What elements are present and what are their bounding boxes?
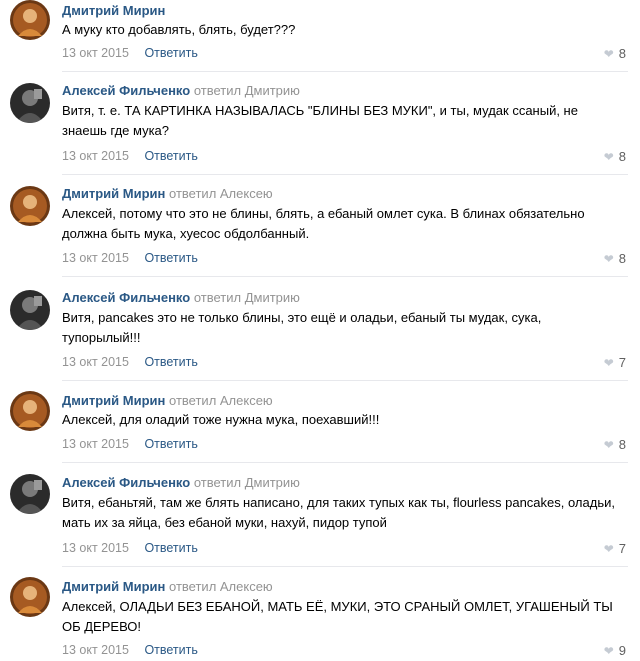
like-button[interactable]: ❤ 8 [604, 46, 626, 62]
comment-meta: 13 окт 2015 Ответить [62, 46, 198, 61]
author-name[interactable]: Дмитрий Мирин [62, 579, 165, 594]
author-line: Алексей Фильченко ответил Дмитрию [62, 290, 300, 305]
avatar-dmitry[interactable] [10, 0, 50, 40]
replied-to[interactable]: ответил Алексею [169, 579, 273, 594]
comment-meta: 13 окт 2015 Ответить [62, 541, 198, 556]
reply-button[interactable]: Ответить [144, 355, 197, 369]
comment-date[interactable]: 13 окт 2015 [62, 46, 129, 60]
comment-date[interactable]: 13 окт 2015 [62, 437, 129, 451]
comment-meta: 13 окт 2015 Ответить [62, 149, 198, 164]
like-count: 8 [618, 251, 626, 266]
like-count: 8 [618, 46, 626, 61]
like-button[interactable]: ❤ 8 [604, 251, 626, 267]
comment-text: Алексей, потому что это не блины, блять,… [62, 206, 585, 241]
avatar-dmitry[interactable] [10, 577, 50, 617]
author-name[interactable]: Алексей Фильченко [62, 83, 190, 98]
comment-text: Алексей, ОЛАДЬИ БЕЗ ЕБАНОЙ, МАТЬ ЕЁ, МУК… [62, 599, 613, 634]
author-line: Дмитрий Мирин ответил Алексею [62, 393, 273, 408]
avatar-alexey[interactable] [10, 83, 50, 123]
like-button[interactable]: ❤ 9 [604, 643, 626, 659]
author-name[interactable]: Дмитрий Мирин [62, 186, 165, 201]
author-line: Алексей Фильченко ответил Дмитрию [62, 475, 300, 490]
heart-icon: ❤ [603, 356, 614, 370]
author-name[interactable]: Алексей Фильченко [62, 290, 190, 305]
separator [62, 462, 628, 463]
comment-date[interactable]: 13 окт 2015 [62, 541, 129, 555]
avatar-alexey[interactable] [10, 474, 50, 514]
comment-meta: 13 окт 2015 Ответить [62, 437, 198, 452]
heart-icon: ❤ [603, 438, 614, 452]
like-button[interactable]: ❤ 7 [604, 541, 626, 557]
like-button[interactable]: ❤ 7 [604, 355, 626, 371]
comment-meta: 13 окт 2015 Ответить [62, 643, 198, 658]
author-name[interactable]: Дмитрий Мирин [62, 393, 165, 408]
avatar-dmitry[interactable] [10, 391, 50, 431]
replied-to[interactable]: ответил Алексею [169, 393, 273, 408]
reply-button[interactable]: Ответить [144, 643, 197, 657]
comment-text: Витя, т. е. ТА КАРТИНКА НАЗЫВАЛАСЬ "БЛИН… [62, 103, 578, 138]
author-line: Дмитрий Мирин [62, 3, 165, 18]
replied-to[interactable]: ответил Дмитрию [194, 290, 300, 305]
comment-text: А муку кто добавлять, блять, будет??? [62, 22, 296, 37]
separator [62, 276, 628, 277]
author-line: Алексей Фильченко ответил Дмитрию [62, 83, 300, 98]
replied-to[interactable]: ответил Алексею [169, 186, 273, 201]
heart-icon: ❤ [603, 542, 614, 556]
author-line: Дмитрий Мирин ответил Алексею [62, 186, 273, 201]
comment-text: Витя, pancakes это не только блины, это … [62, 310, 542, 345]
reply-button[interactable]: Ответить [144, 541, 197, 555]
comment-date[interactable]: 13 окт 2015 [62, 251, 129, 265]
like-count: 7 [618, 355, 626, 370]
reply-button[interactable]: Ответить [144, 437, 197, 451]
heart-icon: ❤ [603, 150, 614, 164]
comment-meta: 13 окт 2015 Ответить [62, 355, 198, 370]
replied-to[interactable]: ответил Дмитрию [194, 475, 300, 490]
author-name[interactable]: Дмитрий Мирин [62, 3, 165, 18]
comment-date[interactable]: 13 окт 2015 [62, 643, 129, 657]
reply-button[interactable]: Ответить [144, 251, 197, 265]
like-count: 7 [618, 541, 626, 556]
heart-icon: ❤ [603, 252, 614, 266]
author-line: Дмитрий Мирин ответил Алексею [62, 579, 273, 594]
like-button[interactable]: ❤ 8 [604, 437, 626, 453]
heart-icon: ❤ [603, 47, 614, 61]
like-count: 8 [618, 149, 626, 164]
comment-text: Алексей, для оладий тоже нужна мука, пое… [62, 412, 380, 427]
separator [62, 566, 628, 567]
comments-list: Дмитрий Мирин А муку кто добавлять, блят… [0, 0, 640, 661]
avatar-dmitry[interactable] [10, 186, 50, 226]
avatar-alexey[interactable] [10, 290, 50, 330]
reply-button[interactable]: Ответить [144, 46, 197, 60]
comment-meta: 13 окт 2015 Ответить [62, 251, 198, 266]
like-count: 8 [618, 437, 626, 452]
separator [62, 174, 628, 175]
comment-text: Витя, ебаньтяй, там же блять написано, д… [62, 495, 615, 530]
reply-button[interactable]: Ответить [144, 149, 197, 163]
separator [62, 380, 628, 381]
comment-date[interactable]: 13 окт 2015 [62, 149, 129, 163]
comment-date[interactable]: 13 окт 2015 [62, 355, 129, 369]
heart-icon: ❤ [603, 644, 614, 658]
author-name[interactable]: Алексей Фильченко [62, 475, 190, 490]
like-count: 9 [618, 643, 626, 658]
separator [62, 71, 628, 72]
like-button[interactable]: ❤ 8 [604, 149, 626, 165]
replied-to[interactable]: ответил Дмитрию [194, 83, 300, 98]
